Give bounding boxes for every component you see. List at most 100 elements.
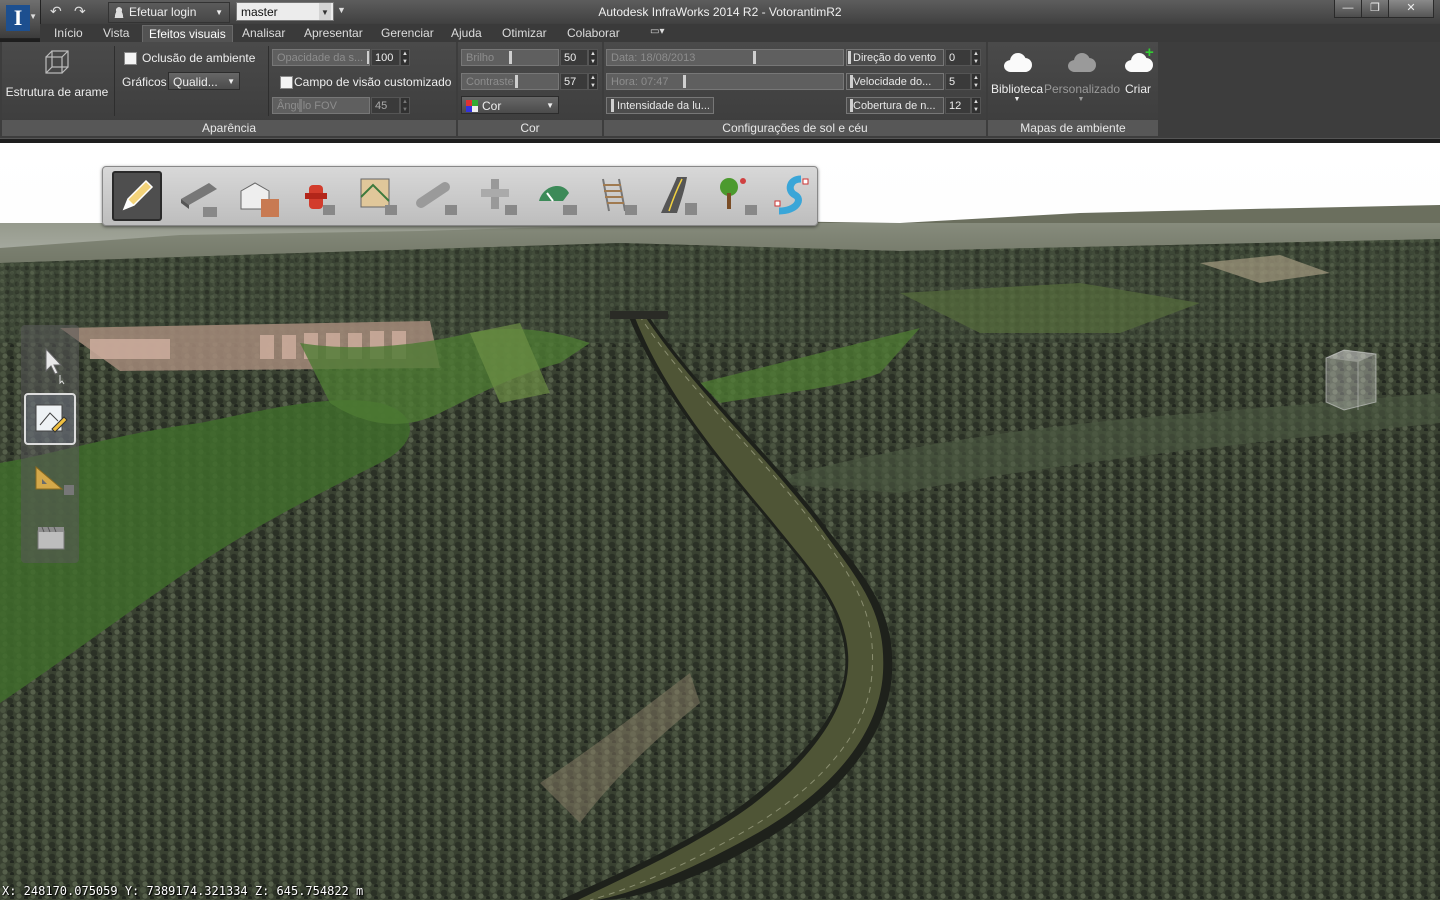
quick-access-menu-icon[interactable]: ▼ [337, 5, 346, 15]
contrast-slider[interactable]: Contraste [461, 73, 559, 90]
tab-otimizar[interactable]: Otimizar [496, 25, 553, 42]
view-cube-icon[interactable] [1318, 348, 1378, 412]
application-menu-button[interactable]: I ▼ [0, 0, 41, 39]
custom-fov-checkbox[interactable] [280, 76, 293, 89]
color-mode-value: Cor [482, 99, 502, 113]
cloud-icon [1002, 52, 1032, 72]
coverage-area-icon[interactable] [353, 171, 403, 221]
wind-direction-value[interactable]: 0 [945, 49, 971, 66]
light-intensity-slider[interactable]: Intensidade da lu... [606, 97, 714, 114]
brightness-spinner[interactable]: ▲ ▼ [588, 49, 598, 66]
water-area-icon[interactable] [767, 171, 817, 221]
opacity-value[interactable]: 100 [371, 49, 400, 66]
date-slider[interactable]: Data: 18/08/2013 [606, 49, 844, 66]
opacity-spinner[interactable]: ▲ ▼ [400, 49, 410, 66]
chevron-down-icon[interactable]: ▼ [319, 3, 331, 20]
3d-viewport[interactable] [0, 143, 1440, 900]
cloud-cover-slider[interactable]: Cobertura de n... [846, 97, 944, 114]
select-icon[interactable] [24, 337, 76, 389]
slider-thumb[interactable] [299, 99, 302, 112]
highway-icon[interactable] [653, 171, 703, 221]
cloud-cover-value[interactable]: 12 [945, 97, 971, 114]
terrain-theme-icon[interactable] [533, 171, 583, 221]
tab-ajuda[interactable]: Ajuda [445, 25, 488, 42]
tab-apresentar[interactable]: Apresentar [298, 25, 369, 42]
terrain-scene[interactable] [0, 143, 1440, 900]
wind-speed-value[interactable]: 5 [945, 73, 971, 90]
custom-label: Personalizado [1044, 82, 1121, 96]
ribbon-toggle-icon[interactable]: ▭▾ [650, 26, 664, 37]
slider-thumb[interactable] [753, 51, 756, 64]
wind-speed-spinner[interactable]: ▲ ▼ [971, 73, 981, 90]
panel-title-sol-ceu: Configurações de sol e céu [604, 120, 986, 136]
divider [114, 46, 115, 116]
ribbon: Estrutura de arame Oclusão de ambiente G… [0, 42, 1440, 139]
tab-gerenciar[interactable]: Gerenciar [375, 25, 440, 42]
wind-speed-label: Velocidade do... [853, 76, 932, 88]
storyboard-icon[interactable] [24, 513, 76, 565]
contrast-spinner[interactable]: ▲ ▼ [588, 73, 598, 90]
road-icon[interactable] [173, 171, 223, 221]
brightness-value[interactable]: 50 [560, 49, 588, 66]
cloud-cover-spinner[interactable]: ▲ ▼ [971, 97, 981, 114]
contrast-placeholder: Contraste [466, 76, 514, 88]
measure-icon[interactable] [24, 453, 76, 505]
slider-thumb[interactable] [850, 99, 853, 112]
slider-thumb[interactable] [848, 51, 851, 64]
edit-area-icon[interactable] [24, 393, 76, 445]
panel-aparencia: Estrutura de arame Oclusão de ambiente G… [2, 42, 456, 136]
slider-thumb[interactable] [611, 99, 614, 112]
contrast-value[interactable]: 57 [560, 73, 588, 90]
ambient-occlusion-checkbox[interactable] [124, 52, 137, 65]
wind-direction-slider[interactable]: Direção do vento [846, 49, 944, 66]
undo-icon[interactable]: ↶ [50, 3, 62, 20]
chevron-down-icon: ▼ [215, 8, 223, 17]
tab-vista[interactable]: Vista [97, 25, 135, 42]
color-mode-select[interactable]: Cor ▼ [461, 96, 559, 114]
fov-angle-slider[interactable]: Ângulo FOV [272, 97, 370, 114]
pipeline-connector-icon[interactable] [473, 171, 523, 221]
pipe-icon[interactable] [413, 171, 463, 221]
panel-cor: Brilho 50 ▲ ▼ Contraste 57 ▲ ▼ Cor ▼ Cor [458, 42, 602, 136]
wind-direction-spinner[interactable]: ▲ ▼ [971, 49, 981, 66]
wind-direction-label: Direção do vento [853, 52, 937, 64]
tree-icon[interactable] [713, 171, 763, 221]
redo-icon[interactable]: ↷ [74, 3, 86, 20]
slider-thumb[interactable] [850, 75, 853, 88]
login-button[interactable]: Efetuar login ▼ [108, 2, 230, 23]
tab-analisar[interactable]: Analisar [236, 25, 291, 42]
maximize-button[interactable]: ❐ [1361, 0, 1389, 18]
time-slider[interactable]: Hora: 07:47 [606, 73, 844, 90]
graphics-select[interactable]: Qualid... ▼ [168, 72, 240, 90]
close-button[interactable]: ✕ [1388, 0, 1434, 18]
chevron-down-icon[interactable]: ▼ [1044, 96, 1118, 104]
wind-speed-slider[interactable]: Velocidade do... [846, 73, 944, 90]
fov-angle-spinner[interactable]: ▲ ▼ [400, 97, 410, 114]
fov-angle-value[interactable]: 45 [371, 97, 400, 114]
railway-icon[interactable] [593, 171, 643, 221]
slider-thumb[interactable] [515, 75, 518, 88]
slider-thumb[interactable] [509, 51, 512, 64]
branch-select[interactable]: master ▼ [236, 2, 334, 21]
create-button[interactable]: + Criar [1120, 45, 1156, 96]
library-button[interactable]: Biblioteca ▼ [990, 52, 1044, 104]
brightness-slider[interactable]: Brilho [461, 49, 559, 66]
pencil-icon[interactable] [112, 171, 162, 221]
panel-sol-ceu: Data: 18/08/2013 Hora: 07:47 Intensidade… [604, 42, 986, 136]
tab-colaborar[interactable]: Colaborar [561, 25, 626, 42]
tab-inicio[interactable]: Início [48, 25, 89, 42]
custom-button[interactable]: Personalizado ▼ [1044, 52, 1121, 104]
create-label: Criar [1125, 82, 1151, 96]
hydrant-icon[interactable] [293, 171, 343, 221]
graphics-value: Qualid... [173, 75, 218, 89]
slider-thumb[interactable] [367, 51, 369, 64]
date-placeholder: Data: 18/08/2013 [611, 52, 696, 64]
opacity-slider[interactable]: Opacidade da s... [272, 49, 370, 66]
user-icon [113, 6, 125, 18]
wireframe-button[interactable]: Estrutura de arame [4, 48, 110, 99]
tab-efeitos-visuais[interactable]: Efeitos visuais [142, 25, 233, 43]
minimize-button[interactable]: — [1334, 0, 1362, 18]
building-icon[interactable] [233, 171, 283, 221]
slider-thumb[interactable] [683, 75, 686, 88]
chevron-down-icon[interactable]: ▼ [990, 96, 1044, 104]
